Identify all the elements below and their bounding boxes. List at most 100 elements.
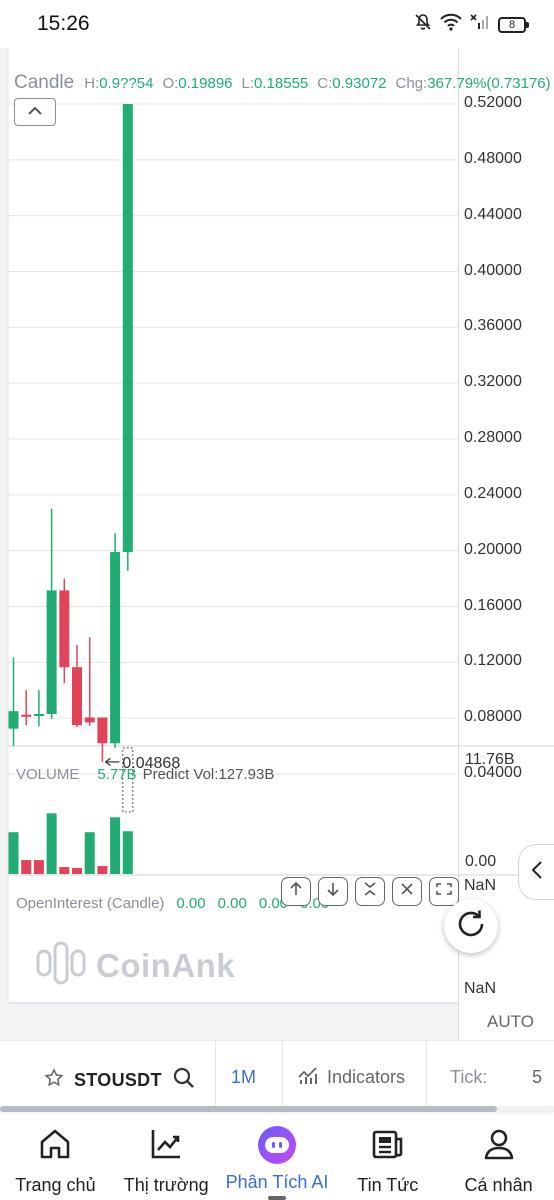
close-icon (399, 881, 415, 902)
auto-scale-button[interactable]: AUTO (487, 1012, 534, 1032)
price-tick-label: 0.04000 (464, 764, 522, 781)
coinank-wordmark: CoinAnk (96, 946, 236, 984)
volume-bar (122, 831, 133, 874)
volume-legend: VOLUME 5.77B Predict Vol:127.93B (16, 766, 274, 783)
price-tick-label: 0.52000 (464, 94, 522, 111)
collapse-legend-button[interactable] (14, 98, 56, 126)
nav-label: Tin Tức (357, 1175, 419, 1195)
fullscreen-pane-button[interactable] (429, 877, 459, 906)
symbol-name[interactable]: STOUSDT (74, 1070, 162, 1091)
fullscreen-icon (435, 881, 453, 902)
candle-body (8, 711, 19, 729)
price-tick-label: 0.32000 (464, 373, 522, 391)
nav-label: Thị trường (123, 1175, 209, 1195)
legend-chg-label: Chg: (395, 75, 428, 92)
collapse-pane-button[interactable] (355, 877, 385, 906)
candle-body (46, 590, 57, 714)
price-tick-label: 0.20000 (464, 540, 522, 558)
home-indicator (268, 1196, 286, 1200)
legend-chg-value: 367.79%(0.73176) (427, 75, 551, 92)
nav-ai-analysis[interactable]: Phân Tích AI (222, 1114, 333, 1200)
toolbar-divider (282, 1041, 283, 1107)
coinank-logo-icon (36, 941, 86, 990)
nav-label: Cá nhân (464, 1175, 533, 1195)
oi-axis-bottom: NaN (464, 980, 497, 997)
legend-title: Candle (14, 72, 75, 93)
coinank-watermark: CoinAnk (36, 941, 235, 990)
tick-value[interactable]: 5 (532, 1067, 542, 1088)
legend-h-label: H: (84, 75, 100, 92)
candle-body (59, 590, 70, 668)
interval-button[interactable]: 1M (231, 1067, 256, 1088)
candle-body (97, 717, 108, 744)
search-icon[interactable] (172, 1066, 196, 1095)
legend-c-value: 0.93072 (332, 75, 387, 92)
volume-bar (33, 860, 44, 874)
ai-bot-icon (257, 1126, 296, 1164)
nav-news[interactable]: Tin Tức (332, 1114, 443, 1200)
toolbar-divider (426, 1041, 427, 1107)
chart-tools (281, 877, 459, 906)
price-tick-label: 0.44000 (464, 205, 522, 223)
legend-o-value: 0.19896 (178, 75, 233, 92)
price-tick-label: 0.36000 (464, 317, 522, 335)
nav-home[interactable]: Trang chủ (0, 1114, 111, 1200)
legend-l-label: L: (241, 75, 255, 92)
symbol-selector[interactable]: STOUSDT (44, 1066, 196, 1095)
volume-bar (97, 866, 108, 874)
star-icon[interactable] (44, 1068, 64, 1093)
scroll-up-button[interactable] (281, 877, 311, 906)
volume-bar (110, 817, 121, 874)
volume-bar (46, 813, 57, 874)
toolbar-scrollbar[interactable] (0, 1106, 497, 1112)
chevron-up-icon (27, 103, 43, 121)
news-icon (370, 1126, 406, 1167)
predict-volume: Predict Vol:127.93B (142, 766, 275, 783)
nav-market[interactable]: Thị trường (111, 1114, 222, 1200)
legend-h-value: 0.9??54 (99, 75, 154, 92)
candle-body (110, 552, 121, 744)
nav-profile[interactable]: Cá nhân (443, 1114, 554, 1200)
candle-body (21, 714, 32, 717)
oi-value: 0.00 (176, 895, 206, 912)
arrow-up-icon (288, 881, 304, 902)
candle-body (72, 667, 82, 726)
toolbar-divider (215, 1041, 216, 1107)
grid-lines (7, 48, 458, 1003)
candle-body (33, 713, 44, 716)
bottom-navigation: Trang chủ Thị trường Phân Tích AI Tin Tứ… (0, 1114, 554, 1200)
candle-legend: Candle H:0.9??54 O:0.19896 L:0.18555 C:0.930… (14, 72, 554, 94)
nav-label: Phân Tích AI (225, 1172, 329, 1192)
volume-bar (8, 832, 19, 874)
volume-value: 5.77B (97, 766, 137, 783)
indicators-label: Indicators (327, 1067, 406, 1087)
indicators-icon (297, 1065, 319, 1090)
price-tick-label: 0.28000 (464, 429, 522, 446)
arrow-down-icon (325, 881, 341, 902)
collapse-icon (362, 881, 378, 902)
oi-label: OpenInterest (Candle) (16, 895, 165, 912)
price-tick-label: 0.16000 (464, 596, 522, 614)
market-chart-icon (148, 1126, 184, 1167)
close-pane-button[interactable] (392, 877, 422, 906)
candle-body (84, 717, 95, 723)
refresh-icon (454, 907, 488, 946)
price-tick-label: 0.08000 (464, 708, 522, 726)
volume-tick-label: 0.00 (465, 853, 496, 870)
side-panel-toggle[interactable] (518, 844, 554, 900)
legend-c-label: C: (317, 75, 333, 92)
volume-bar (21, 860, 32, 874)
candle-body (122, 104, 133, 553)
price-tick-label: 0.24000 (464, 484, 522, 502)
candles (8, 104, 133, 762)
tick-label[interactable]: Tick: (450, 1067, 487, 1088)
scroll-down-button[interactable] (318, 877, 348, 906)
indicators-button[interactable]: Indicators (297, 1065, 405, 1090)
price-tick-label: 0.12000 (464, 652, 522, 670)
price-tick-label: 0.40000 (464, 261, 522, 279)
chart-toolbar: STOUSDT 1M Indicators Tick: 5 (0, 1040, 554, 1112)
refresh-button[interactable] (444, 899, 498, 953)
volume-label: VOLUME (16, 766, 80, 783)
user-icon (481, 1126, 517, 1167)
volume-bar (84, 832, 95, 874)
